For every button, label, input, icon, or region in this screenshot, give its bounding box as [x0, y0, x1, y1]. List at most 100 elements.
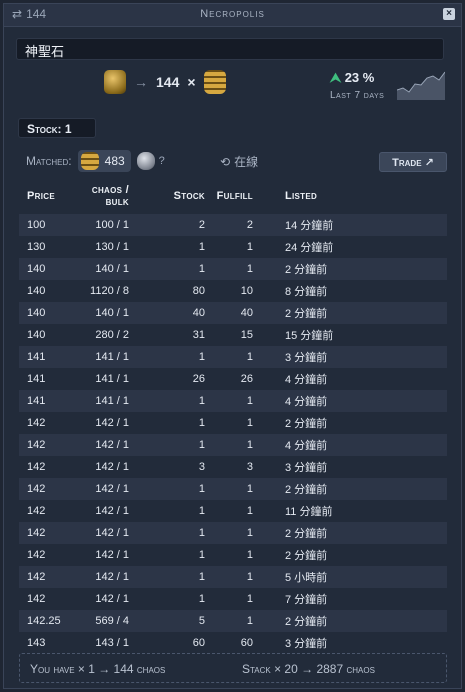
summary-footer: You have × 1 → 144 chaos Stack × 20 → 28… — [19, 653, 447, 683]
cell-price: 142 — [27, 461, 46, 473]
col-price[interactable]: Price — [19, 180, 73, 214]
cell-price: 142 — [27, 439, 46, 451]
cell-stock: 26 — [192, 373, 205, 385]
cell-listed: 4 分鐘前 — [285, 440, 328, 452]
table-row[interactable]: 141 141 / 1 1 1 3 分鐘前 — [19, 346, 447, 368]
cell-fulfill: 15 — [240, 329, 253, 341]
chaos-orb-icon — [203, 70, 226, 94]
cell-fulfill: 1 — [246, 395, 253, 407]
cell-price: 130 — [27, 241, 46, 253]
table-row[interactable]: 142 142 / 1 3 3 3 分鐘前 — [19, 456, 447, 478]
cell-listed: 3 分鐘前 — [285, 462, 328, 474]
cell-bulk: 142 / 1 — [95, 549, 129, 561]
table-row[interactable]: 141 141 / 1 26 26 4 分鐘前 — [19, 368, 447, 390]
cell-bulk: 142 / 1 — [95, 571, 129, 583]
cell-price: 141 — [27, 373, 46, 385]
cell-stock: 1 — [198, 395, 205, 407]
col-bulk[interactable]: chaos / bulk — [73, 180, 129, 214]
table-row[interactable]: 142 142 / 1 1 1 2 分鐘前 — [19, 478, 447, 500]
matched-chip[interactable]: 483 — [77, 150, 131, 172]
cell-fulfill: 1 — [246, 549, 253, 561]
cell-stock: 5 — [198, 615, 205, 627]
cell-stock: 60 — [192, 637, 205, 649]
cell-fulfill: 1 — [246, 571, 253, 583]
trend-period: Last 7 days — [330, 90, 385, 101]
table-row[interactable]: 140 280 / 2 31 15 15 分鐘前 — [19, 324, 447, 346]
cell-bulk: 569 / 4 — [95, 615, 129, 627]
cell-listed: 2 分鐘前 — [285, 418, 328, 430]
window-title: Necropolis — [200, 8, 265, 20]
matched-count: 483 — [104, 154, 125, 168]
stock-field[interactable]: Stock: 1 — [18, 118, 96, 138]
cell-bulk: 142 / 1 — [95, 483, 129, 495]
cell-bulk: 140 / 1 — [95, 307, 129, 319]
cell-listed: 8 分鐘前 — [285, 286, 328, 298]
table-row[interactable]: 143 143 / 1 60 60 3 分鐘前 — [19, 632, 447, 654]
cell-stock: 1 — [198, 263, 205, 275]
table-header-row: Price chaos / bulk Stock Fulfill Listed — [19, 180, 447, 214]
cell-fulfill: 1 — [246, 483, 253, 495]
cell-fulfill: 40 — [240, 307, 253, 319]
table-row[interactable]: 142.25 569 / 4 5 1 2 分鐘前 — [19, 610, 447, 632]
cell-fulfill: 60 — [240, 637, 253, 649]
cell-stock: 2 — [198, 219, 205, 231]
cell-bulk: 142 / 1 — [95, 527, 129, 539]
cell-listed: 4 分鐘前 — [285, 374, 328, 386]
col-listed[interactable]: Listed — [253, 180, 447, 214]
cell-fulfill: 2 — [246, 219, 253, 231]
table-row[interactable]: 142 142 / 1 1 1 5 小時前 — [19, 566, 447, 588]
cell-fulfill: 26 — [240, 373, 253, 385]
col-fulfill[interactable]: Fulfill — [205, 180, 253, 214]
close-icon[interactable]: × — [443, 8, 455, 20]
item-search-input[interactable]: 神聖石 — [16, 38, 444, 60]
cell-fulfill: 1 — [246, 505, 253, 517]
cell-fulfill: 1 — [246, 241, 253, 253]
cell-bulk: 143 / 1 — [95, 637, 129, 649]
cell-listed: 3 分鐘前 — [285, 352, 328, 364]
cell-listed: 2 分鐘前 — [285, 484, 328, 496]
cell-stock: 1 — [198, 351, 205, 363]
history-icon: ⟲ — [220, 154, 231, 169]
title-bar: ⇄ 144 Necropolis × — [4, 4, 461, 27]
price-trend: ⮝ 23 % Last 7 days — [330, 70, 384, 101]
matched-summary: Matched: 483 ? — [26, 150, 165, 172]
table-row[interactable]: 142 142 / 1 1 1 2 分鐘前 — [19, 544, 447, 566]
trade-button[interactable]: Trade ↗ — [379, 152, 447, 172]
table-row[interactable]: 142 142 / 1 1 1 2 分鐘前 — [19, 412, 447, 434]
cell-fulfill: 1 — [246, 263, 253, 275]
cell-bulk: 130 / 1 — [95, 241, 129, 253]
cell-listed: 2 分鐘前 — [285, 264, 328, 276]
table-row[interactable]: 140 140 / 1 1 1 2 分鐘前 — [19, 258, 447, 280]
cell-price: 142 — [27, 571, 46, 583]
col-stock[interactable]: Stock — [129, 180, 205, 214]
cell-bulk: 100 / 1 — [95, 219, 129, 231]
table-row[interactable]: 140 140 / 1 40 40 2 分鐘前 — [19, 302, 447, 324]
table-row[interactable]: 142 142 / 1 1 1 2 分鐘前 — [19, 522, 447, 544]
online-filter[interactable]: ⟲ 在線 — [220, 153, 258, 170]
trend-percent: 23 % — [344, 70, 375, 85]
cell-bulk: 142 / 1 — [95, 439, 129, 451]
cell-fulfill: 1 — [246, 417, 253, 429]
cell-fulfill: 3 — [246, 461, 253, 473]
cell-stock: 1 — [198, 571, 205, 583]
trend-up-icon: ⮝ — [330, 70, 342, 85]
table-row[interactable]: 142 142 / 1 1 1 4 分鐘前 — [19, 434, 447, 456]
table-row[interactable]: 100 100 / 1 2 2 14 分鐘前 — [19, 214, 447, 236]
table-row[interactable]: 141 141 / 1 1 1 4 分鐘前 — [19, 390, 447, 412]
cell-fulfill: 1 — [246, 593, 253, 605]
cell-fulfill: 1 — [246, 351, 253, 363]
cell-stock: 1 — [198, 483, 205, 495]
table-row[interactable]: 140 1120 / 8 80 10 8 分鐘前 — [19, 280, 447, 302]
cell-bulk: 141 / 1 — [95, 395, 129, 407]
stock-label: Stock: — [27, 122, 62, 136]
cell-stock: 1 — [198, 549, 205, 561]
table-row[interactable]: 142 142 / 1 1 1 11 分鐘前 — [19, 500, 447, 522]
cell-stock: 1 — [198, 593, 205, 605]
cell-bulk: 142 / 1 — [95, 505, 129, 517]
divine-orb-icon — [104, 70, 126, 94]
divine-orb-small-icon[interactable] — [136, 152, 155, 170]
table-row[interactable]: 142 142 / 1 1 1 7 分鐘前 — [19, 588, 447, 610]
cell-listed: 3 分鐘前 — [285, 638, 328, 650]
cell-price: 140 — [27, 263, 46, 275]
table-row[interactable]: 130 130 / 1 1 1 24 分鐘前 — [19, 236, 447, 258]
